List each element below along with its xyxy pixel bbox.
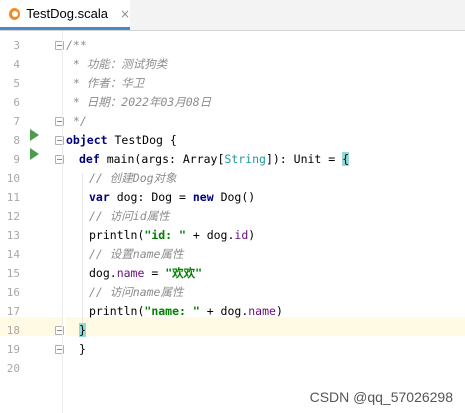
matched-brace: { [342, 152, 350, 166]
line-number: 12 [6, 210, 20, 223]
watermark: CSDN @qq_57026298 [309, 389, 453, 405]
code-text: + dog. [185, 228, 235, 242]
line-number: 20 [6, 362, 20, 375]
code-line-5: * 作者：华卫 [66, 76, 145, 90]
line-number: 7 [13, 115, 20, 128]
editor-tab-bar: TestDog.scala × [0, 0, 465, 31]
line-number: 5 [13, 77, 20, 90]
line-number: 6 [13, 96, 20, 109]
string-literal: "id: " [144, 228, 186, 242]
code-text: ) [275, 304, 283, 318]
gutter-separator [62, 31, 63, 413]
keyword: var [89, 190, 110, 204]
line-number: 14 [6, 248, 20, 261]
code-text: + dog. [199, 304, 249, 318]
field-name: id [234, 228, 249, 242]
code-line-9: def main(args: Array[String]): Unit = { [79, 150, 350, 169]
close-icon[interactable]: × [120, 7, 130, 21]
line-number: 19 [6, 343, 20, 356]
keyword: def [79, 152, 100, 166]
editor-gutter: 3 4 5 6 7 8 9 10 11 12 13 14 15 16 17 18… [0, 31, 64, 413]
code-line-4: * 功能：测试狗类 [66, 57, 168, 71]
scala-file-icon [9, 7, 21, 20]
run-object-icon[interactable] [30, 129, 39, 141]
line-number: 8 [13, 134, 20, 147]
code-line-13: println("id: " + dog.id) [89, 226, 255, 245]
indent-guide [82, 173, 83, 325]
line-number: 3 [13, 39, 20, 52]
line-number: 17 [6, 305, 20, 318]
code-text: ]): Unit = [265, 152, 343, 166]
code-line-7: */ [66, 114, 87, 128]
keyword: new [192, 190, 214, 204]
line-number: 15 [6, 267, 20, 280]
line-number: 11 [6, 191, 20, 204]
code-line-3: /** [66, 38, 87, 52]
code-line-10: // 创建Dog对象 [89, 171, 177, 185]
field-name: name [248, 304, 276, 318]
code-line-6: * 日期：2022年03月08日 [66, 95, 212, 109]
code-text: dog. [89, 266, 117, 280]
code-text: dog: Dog = [109, 190, 193, 204]
code-line-18: } [79, 321, 86, 340]
matched-brace: } [79, 323, 86, 337]
line-number: 13 [6, 229, 20, 242]
code-text: = [144, 266, 166, 280]
tab-testdog-scala[interactable]: TestDog.scala × [0, 0, 130, 30]
type-name: String [224, 152, 266, 166]
line-number: 4 [13, 58, 20, 71]
line-number: 9 [13, 153, 20, 166]
code-text: ) [248, 228, 256, 242]
code-editor[interactable]: /** * 功能：测试狗类 * 作者：华卫 * 日期：2022年03月08日 *… [66, 31, 465, 413]
line-number: 18 [6, 324, 20, 337]
code-text: main(args: Array[ [99, 152, 225, 166]
code-line-12: // 访问id属性 [89, 209, 170, 223]
code-line-16: // 访问name属性 [89, 285, 184, 299]
field-name: name [116, 266, 145, 280]
code-line-11: var dog: Dog = new Dog() [89, 188, 255, 207]
run-main-icon[interactable] [30, 148, 39, 160]
tab-label: TestDog.scala [26, 6, 108, 21]
keyword: object [66, 133, 108, 147]
code-line-8: object TestDog { [66, 131, 177, 150]
code-text: println( [89, 304, 145, 318]
line-number: 16 [6, 286, 20, 299]
code-text: TestDog { [107, 133, 177, 147]
code-line-14: // 设置name属性 [89, 247, 184, 261]
line-number: 10 [6, 172, 20, 185]
code-line-17: println("name: " + dog.name) [89, 302, 283, 321]
code-text: println( [89, 228, 145, 242]
string-literal: "name: " [144, 304, 200, 318]
code-text: Dog() [213, 190, 256, 204]
code-line-15: dog.name = "欢欢" [89, 264, 202, 283]
code-line-19: } [79, 342, 86, 356]
string-literal: "欢欢" [165, 266, 203, 280]
